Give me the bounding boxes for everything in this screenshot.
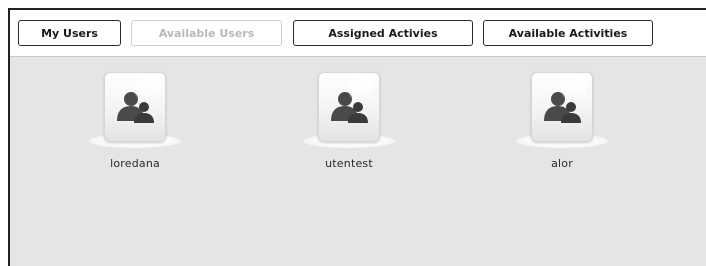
avatar[interactable]: [87, 72, 183, 154]
my-users-button[interactable]: My Users: [18, 20, 121, 46]
avatar[interactable]: [514, 72, 610, 154]
assigned-activities-button[interactable]: Assigned Activies: [293, 20, 473, 46]
avatar[interactable]: [301, 72, 397, 154]
user-card-alor[interactable]: alor: [502, 72, 622, 170]
user-card-loredana[interactable]: loredana: [75, 72, 195, 170]
app-frame: My Users Available Users Assigned Activi…: [8, 8, 706, 266]
user-card-utentest[interactable]: utentest: [289, 72, 409, 170]
toolbar: My Users Available Users Assigned Activi…: [10, 10, 706, 57]
user-group-icon: [531, 72, 593, 142]
available-users-button[interactable]: Available Users: [131, 20, 282, 46]
user-group-icon: [318, 72, 380, 142]
user-group-icon: [104, 72, 166, 142]
user-name[interactable]: loredana: [110, 157, 160, 170]
user-name[interactable]: alor: [551, 157, 573, 170]
users-grid: loredana utentest alor: [10, 58, 706, 266]
user-name[interactable]: utentest: [325, 157, 373, 170]
available-activities-button[interactable]: Available Activities: [483, 20, 653, 46]
